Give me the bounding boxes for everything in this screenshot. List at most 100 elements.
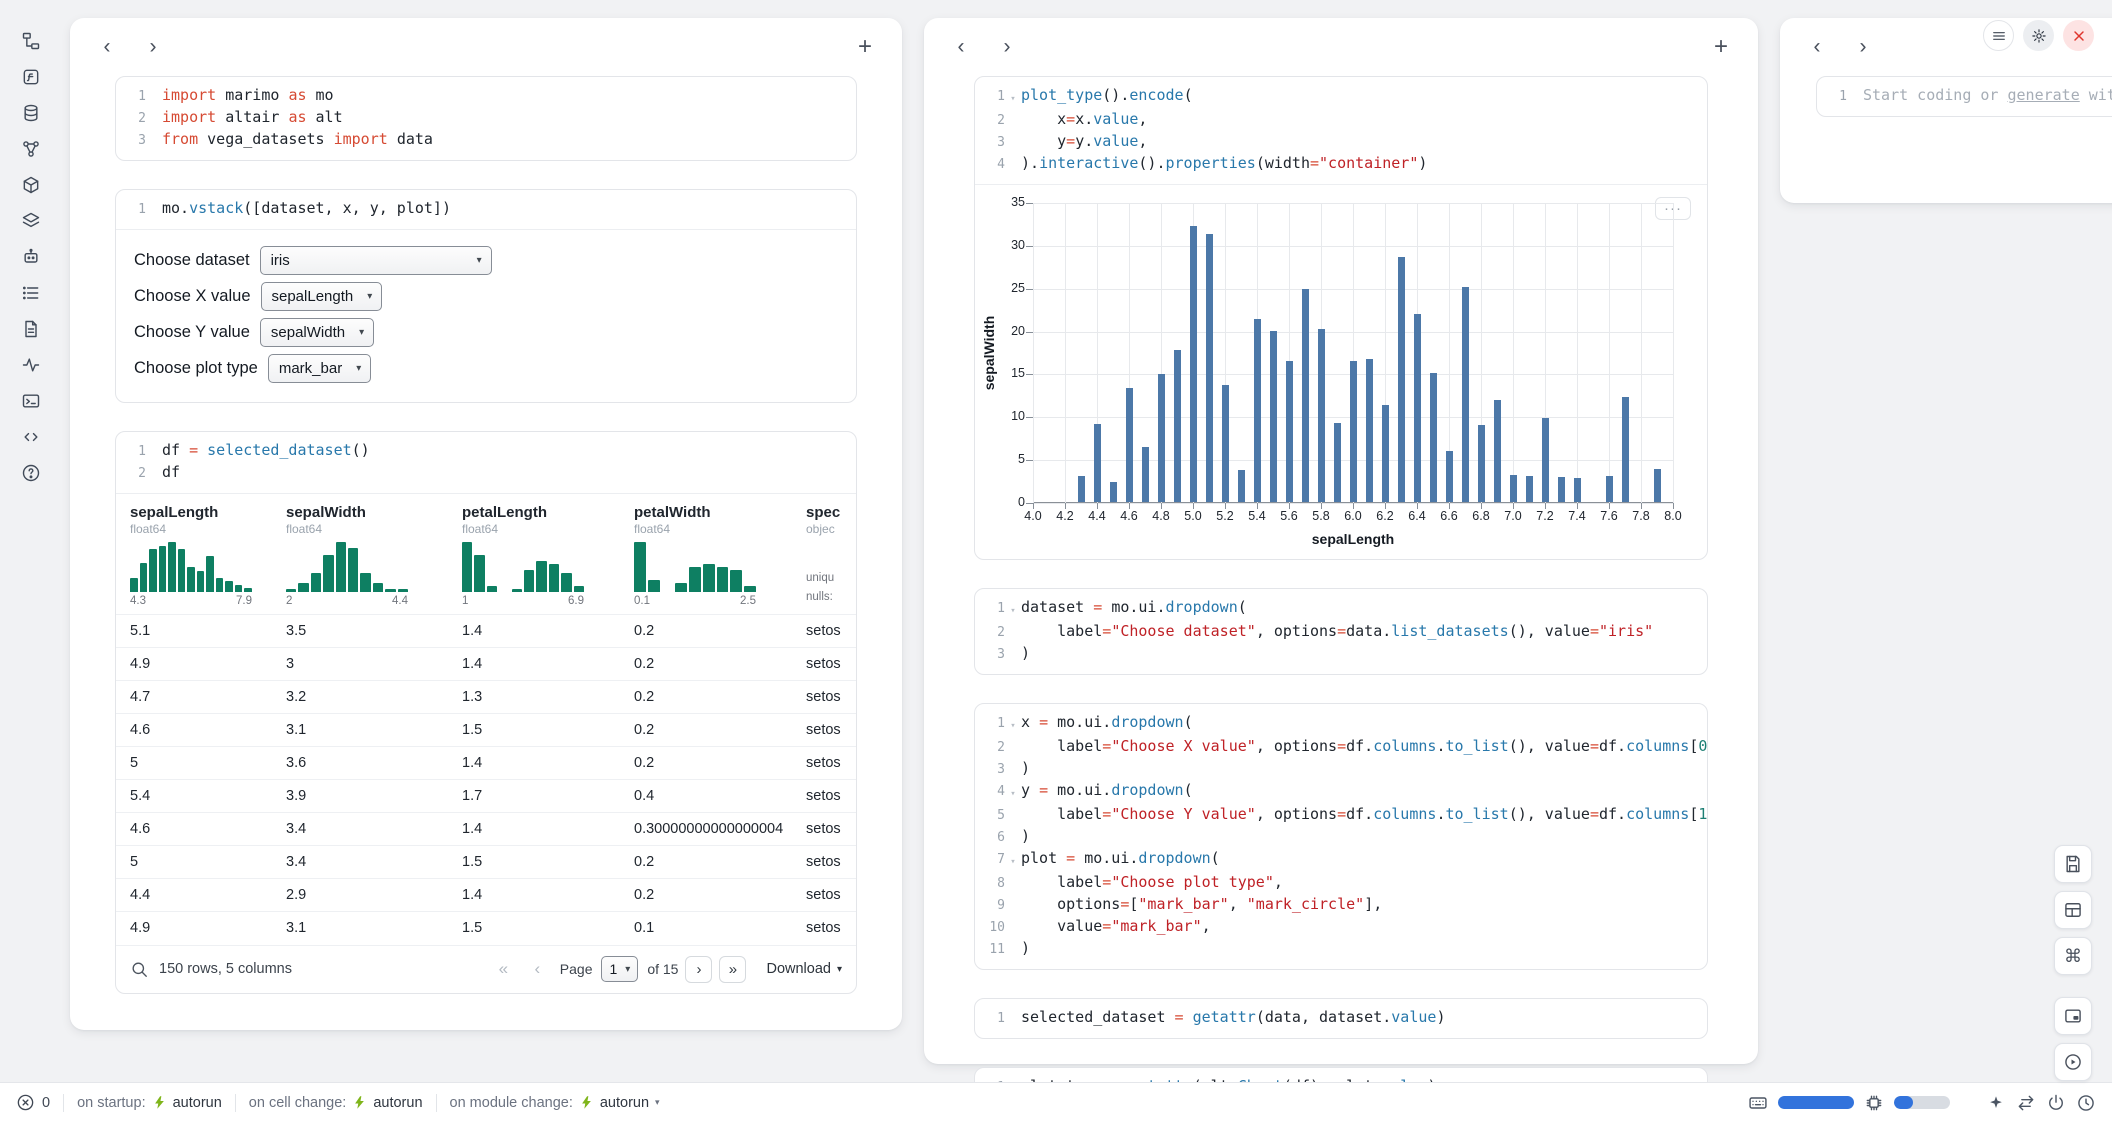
save-button[interactable]	[2054, 845, 2092, 883]
power-icon[interactable]	[2046, 1093, 2066, 1113]
table-row[interactable]: 4.931.40.2setos	[116, 648, 856, 681]
ai-sparkle-icon[interactable]	[1986, 1093, 2006, 1113]
last-page-button[interactable]: »	[719, 956, 746, 983]
table-row[interactable]: 4.63.11.50.2setos	[116, 714, 856, 747]
code-line[interactable]: 3)	[975, 758, 1707, 780]
code-line[interactable]: 1▾x = mo.ui.dropdown(	[975, 712, 1707, 736]
snippets-icon[interactable]	[16, 422, 46, 452]
code-line[interactable]: 6)	[975, 826, 1707, 848]
code-line[interactable]: 1mo.vstack([dataset, x, y, plot])	[116, 198, 856, 220]
code-line[interactable]: 2import altair as alt	[116, 107, 856, 129]
prev-page-button[interactable]: ‹	[524, 956, 551, 983]
variables-icon[interactable]	[16, 62, 46, 92]
page-select[interactable]: 1▾	[601, 956, 639, 982]
logs-icon[interactable]	[16, 278, 46, 308]
code-line[interactable]: 10 value="mark_bar",	[975, 916, 1707, 938]
add-cell-button[interactable]: +	[850, 32, 880, 62]
altair-chart[interactable]: sepalWidth 051015202530354.04.24.44.64.8…	[1033, 203, 1673, 547]
dependencies-icon[interactable]	[16, 134, 46, 164]
documentation-icon[interactable]	[16, 314, 46, 344]
code-line[interactable]: 1selected_dataset = getattr(data, datase…	[975, 1007, 1707, 1029]
y-value-select[interactable]: sepalWidth▾	[260, 318, 374, 347]
shutdown-button[interactable]	[2063, 20, 2094, 51]
compare-arrows-icon[interactable]	[2016, 1093, 2036, 1113]
scroll-left-button[interactable]: ‹	[1802, 32, 1832, 62]
code-line[interactable]: 7▾plot = mo.ui.dropdown(	[975, 848, 1707, 872]
run-button[interactable]	[2054, 1043, 2092, 1081]
first-page-button[interactable]: «	[490, 956, 517, 983]
keyboard-shortcuts-button[interactable]: ⌘	[2054, 937, 2092, 975]
dataset-select[interactable]: iris▾	[260, 246, 492, 275]
code-editor[interactable]: 1import marimo as mo2import altair as al…	[116, 77, 856, 160]
column-header[interactable]: petalLengthfloat64	[452, 494, 624, 538]
autorun-module-change-chip[interactable]: on module change: autorun ▾	[450, 1095, 660, 1111]
x-value-select[interactable]: sepalLength▾	[261, 282, 383, 311]
layout-grid-button[interactable]	[2054, 891, 2092, 929]
add-cell-button[interactable]: +	[1706, 32, 1736, 62]
autorun-startup-chip[interactable]: on startup: autorun	[77, 1095, 222, 1111]
files-icon[interactable]	[16, 26, 46, 56]
autorun-cell-change-chip[interactable]: on cell change: autorun	[249, 1095, 423, 1111]
table-row[interactable]: 4.42.91.40.2setos	[116, 879, 856, 912]
menu-button[interactable]	[1983, 20, 2014, 51]
column-header[interactable]: petalWidthfloat64	[624, 494, 796, 538]
table-row[interactable]: 4.73.21.30.2setos	[116, 681, 856, 714]
code-line[interactable]: 11)	[975, 938, 1707, 960]
column-header[interactable]: sepalLengthfloat64	[116, 494, 276, 538]
column-header[interactable]: specobjec	[796, 494, 856, 538]
scroll-right-button[interactable]: ›	[992, 32, 1022, 62]
settings-button[interactable]	[2023, 20, 2054, 51]
code-line[interactable]: 1▾plot_type().encode(	[975, 85, 1707, 109]
code-line[interactable]: 1df = selected_dataset()	[116, 440, 856, 462]
code-line[interactable]: 2 x=x.value,	[975, 109, 1707, 131]
scratchpad-icon[interactable]	[16, 386, 46, 416]
code-editor[interactable]: 1selected_dataset = getattr(data, datase…	[975, 999, 1707, 1038]
table-row[interactable]: 5.13.51.40.2setos	[116, 615, 856, 648]
picture-in-picture-button[interactable]	[2054, 997, 2092, 1035]
code-line[interactable]: 9 options=["mark_bar", "mark_circle"],	[975, 894, 1707, 916]
code-line[interactable]: 2df	[116, 462, 856, 484]
code-line[interactable]: 1Start coding or generate with	[1817, 85, 2112, 107]
code-line[interactable]: 3)	[975, 643, 1707, 665]
chart-plot-area[interactable]: 051015202530354.04.24.44.64.85.05.25.45.…	[1033, 203, 1673, 503]
table-search-icon[interactable]	[130, 960, 149, 979]
code-line[interactable]: 2 label="Choose dataset", options=data.l…	[975, 621, 1707, 643]
code-line[interactable]: 2 label="Choose X value", options=df.col…	[975, 736, 1707, 758]
code-editor[interactable]: 1mo.vstack([dataset, x, y, plot])	[116, 190, 856, 229]
outline-icon[interactable]	[16, 206, 46, 236]
table-row[interactable]: 53.61.40.2setos	[116, 747, 856, 780]
code-line[interactable]: 5 label="Choose Y value", options=df.col…	[975, 804, 1707, 826]
scroll-left-button[interactable]: ‹	[92, 32, 122, 62]
download-button[interactable]: Download▾	[766, 961, 842, 977]
table-row[interactable]: 53.41.50.2setos	[116, 846, 856, 879]
column-header[interactable]: sepalWidthfloat64	[276, 494, 452, 538]
tracing-icon[interactable]	[16, 350, 46, 380]
clock-icon[interactable]	[2076, 1093, 2096, 1113]
code-editor[interactable]: 1▾x = mo.ui.dropdown(2 label="Choose X v…	[975, 704, 1707, 969]
next-page-button[interactable]: ›	[685, 956, 712, 983]
code-line[interactable]: 1import marimo as mo	[116, 85, 856, 107]
data-sources-icon[interactable]	[16, 98, 46, 128]
code-line[interactable]: 1▾dataset = mo.ui.dropdown(	[975, 597, 1707, 621]
keyboard-icon[interactable]	[1748, 1093, 1768, 1113]
code-line[interactable]: 4▾y = mo.ui.dropdown(	[975, 780, 1707, 804]
code-line[interactable]: 4).interactive().properties(width="conta…	[975, 153, 1707, 175]
scroll-right-button[interactable]: ›	[1848, 32, 1878, 62]
memory-chip-icon[interactable]	[1864, 1093, 1884, 1113]
scroll-right-button[interactable]: ›	[138, 32, 168, 62]
packages-icon[interactable]	[16, 170, 46, 200]
error-indicator[interactable]: 0	[16, 1093, 50, 1112]
code-editor[interactable]: 1▾plot_type().encode(2 x=x.value,3 y=y.v…	[975, 77, 1707, 184]
code-line[interactable]: 3 y=y.value,	[975, 131, 1707, 153]
help-icon[interactable]	[16, 458, 46, 488]
code-line[interactable]: 3from vega_datasets import data	[116, 129, 856, 151]
table-row[interactable]: 4.63.41.40.30000000000000004setos	[116, 813, 856, 846]
scroll-left-button[interactable]: ‹	[946, 32, 976, 62]
code-line[interactable]: 8 label="Choose plot type",	[975, 872, 1707, 894]
chat-bot-icon[interactable]	[16, 242, 46, 272]
plot-type-select[interactable]: mark_bar▾	[268, 354, 371, 383]
table-row[interactable]: 4.93.11.50.1setos	[116, 912, 856, 945]
code-editor[interactable]: 1df = selected_dataset()2df	[116, 432, 856, 493]
table-row[interactable]: 5.43.91.70.4setos	[116, 780, 856, 813]
code-editor[interactable]: 1Start coding or generate with	[1817, 77, 2112, 116]
